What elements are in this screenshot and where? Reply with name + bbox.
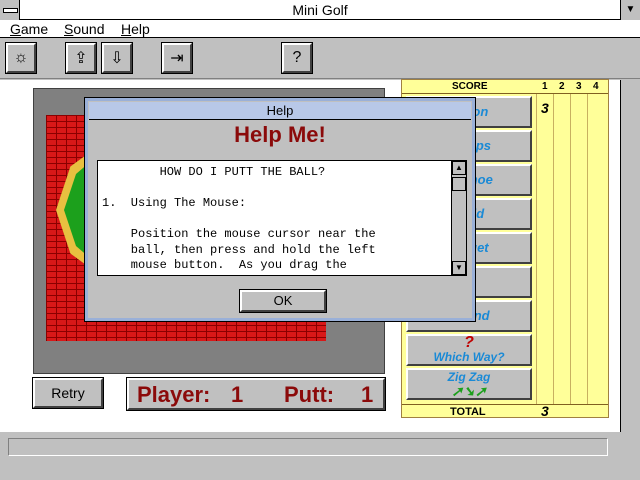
- scorecard-header: SCORE 1 2 3 4: [402, 80, 608, 94]
- menu-help[interactable]: Help: [121, 21, 150, 37]
- help-scrollbar[interactable]: ▲ ▼: [451, 160, 467, 276]
- system-menu-button[interactable]: [0, 0, 20, 20]
- scroll-down-icon[interactable]: ▼: [452, 261, 466, 275]
- help-button[interactable]: ?: [282, 43, 312, 73]
- putt-label: Putt:: [284, 382, 335, 407]
- column-4: 4: [593, 81, 599, 92]
- load-icon: ⇩: [110, 50, 124, 67]
- window-scrollbar[interactable]: [620, 80, 640, 432]
- score-divider: [570, 94, 571, 404]
- putt-value: 1: [361, 382, 374, 407]
- menu-sound[interactable]: Sound: [64, 21, 105, 37]
- exit-button[interactable]: ⇥: [162, 43, 192, 73]
- score-divider: [536, 94, 537, 404]
- hole-9[interactable]: Zig Zag ➚➘➚: [406, 368, 532, 400]
- window-title: Mini Golf: [292, 2, 348, 18]
- hole-1-score: 3: [541, 100, 549, 116]
- column-2: 2: [559, 81, 565, 92]
- question-mark-icon: ?: [464, 334, 474, 351]
- menu-game[interactable]: Game: [10, 21, 48, 37]
- column-1: 1: [542, 81, 548, 92]
- sun-icon: ☼: [13, 49, 29, 66]
- zigzag-arrows-icon: ➚➘➚: [451, 383, 487, 399]
- sun-button[interactable]: ☼: [6, 43, 36, 73]
- scroll-up-icon[interactable]: ▲: [452, 161, 466, 175]
- help-heading: Help Me!: [234, 122, 326, 147]
- hole-8-label: Which Way?: [433, 350, 505, 364]
- column-3: 3: [576, 81, 582, 92]
- scroll-thumb[interactable]: [452, 177, 466, 191]
- save-button[interactable]: ⇪: [66, 43, 96, 73]
- save-icon: ⇪: [74, 50, 88, 67]
- score-divider: [587, 94, 588, 404]
- help-icon: ?: [292, 49, 302, 66]
- hole-8[interactable]: ? Which Way?: [406, 334, 532, 366]
- status-bar: [8, 438, 608, 456]
- total-score: 3: [541, 403, 549, 419]
- help-dialog-title[interactable]: Help: [89, 102, 471, 120]
- ok-button[interactable]: OK: [240, 290, 326, 312]
- restore-button[interactable]: ▼: [620, 0, 640, 20]
- load-button[interactable]: ⇩: [102, 43, 132, 73]
- title-bar: Mini Golf ▼: [0, 0, 640, 20]
- player-value: 1: [231, 382, 244, 407]
- retry-button[interactable]: Retry: [33, 378, 103, 408]
- menu-bar: Game Sound Help: [0, 20, 640, 38]
- score-header: SCORE: [452, 81, 488, 92]
- score-divider: [553, 94, 554, 404]
- toolbar: ☼ ⇪ ⇩ ⇥ ?: [0, 39, 640, 79]
- player-label: Player:: [137, 382, 211, 407]
- help-text-area[interactable]: HOW DO I PUTT THE BALL? 1. Using The Mou…: [97, 160, 455, 276]
- total-row: TOTAL 3: [402, 403, 608, 419]
- hole-9-label: Zig Zag: [447, 370, 491, 384]
- help-dialog: Help Help Me! HOW DO I PUTT THE BALL? 1.…: [84, 97, 476, 322]
- player-putt-panel: Player: 1 Putt: 1: [127, 378, 385, 410]
- exit-door-icon: ⇥: [170, 50, 184, 67]
- total-label: TOTAL: [450, 406, 486, 418]
